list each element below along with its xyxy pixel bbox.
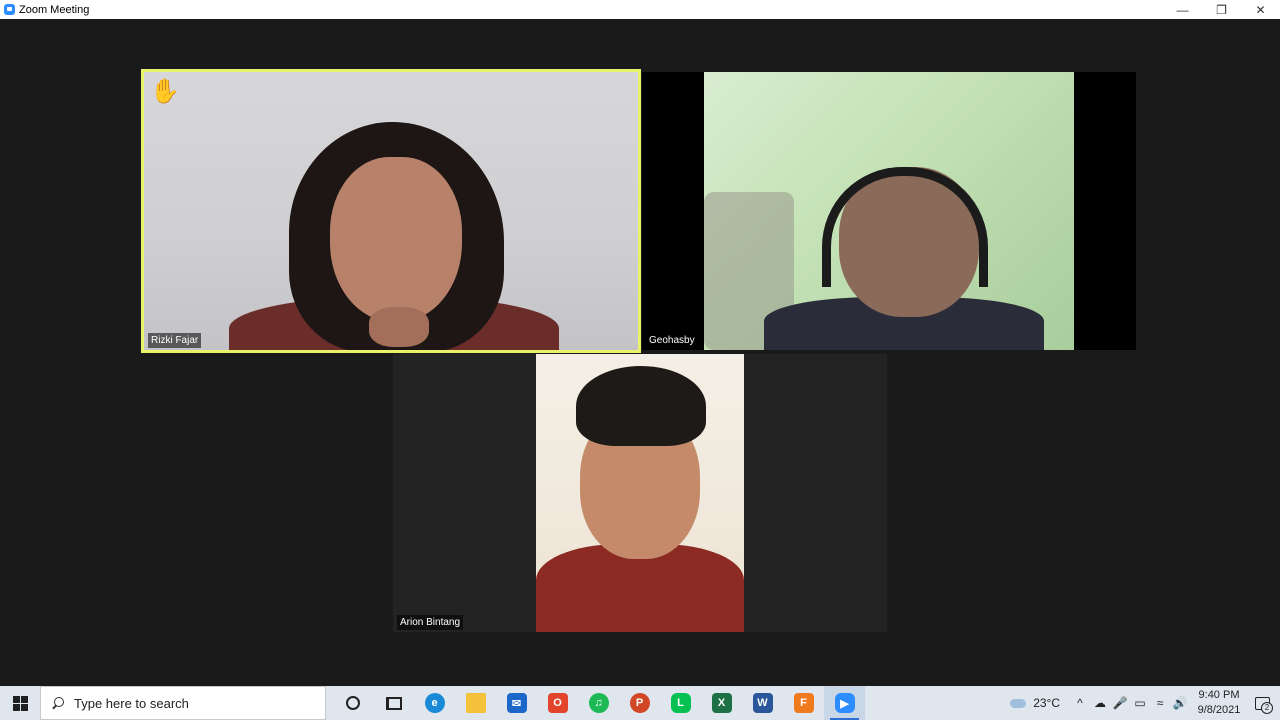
clock-time: 9:40 PM: [1198, 689, 1240, 701]
video-tile-rizki-fajar[interactable]: ✋ Rizki Fajar: [141, 69, 641, 353]
spotify-icon: ♫: [588, 693, 609, 713]
windows-logo-icon: [12, 695, 28, 711]
taskbar-app-word[interactable]: W: [742, 686, 783, 720]
participant-name: Rizki Fajar: [148, 333, 202, 348]
notification-count-badge: 2: [1261, 702, 1273, 714]
word-icon: W: [752, 693, 773, 713]
microphone-icon[interactable]: 🎤: [1110, 686, 1130, 720]
participant-video: [536, 354, 744, 632]
start-button[interactable]: [0, 686, 40, 720]
taskbar-app-file-explorer[interactable]: [455, 686, 496, 720]
clock-date: 9/8/2021: [1197, 704, 1241, 716]
taskbar-app-foxit[interactable]: F: [783, 686, 824, 720]
taskbar-app-powerpoint[interactable]: P: [619, 686, 660, 720]
zoom-icon: ▶: [834, 693, 855, 713]
taskbar-app-mail[interactable]: ✉: [496, 686, 537, 720]
task-view-icon: [385, 696, 402, 710]
taskbar-app-edge[interactable]: e: [414, 686, 455, 720]
participant-video: [704, 72, 1074, 350]
close-button[interactable]: ✕: [1241, 0, 1280, 19]
video-tile-geohasby[interactable]: Geohasby: [642, 72, 1136, 350]
powerpoint-icon: P: [629, 693, 650, 713]
window-title: Zoom Meeting: [19, 3, 90, 16]
headset: [822, 167, 988, 287]
wifi-icon[interactable]: ≈: [1150, 686, 1170, 720]
video-tile-arion-bintang[interactable]: Arion Bintang: [393, 354, 887, 632]
participant-name: Geohasby: [646, 333, 698, 348]
taskbar-app-spotify[interactable]: ♫: [578, 686, 619, 720]
notification-center-button[interactable]: 2: [1244, 686, 1280, 720]
search-placeholder: Type here to search: [74, 695, 189, 711]
restore-button[interactable]: ❐: [1202, 0, 1241, 19]
taskbar-app-line[interactable]: L: [660, 686, 701, 720]
system-tray: 23°C ^ ☁ 🎤 ▭ ≈ 🔊 9:40 PM 9/8/2021 2: [1008, 686, 1280, 720]
cortana-button[interactable]: [332, 686, 373, 720]
meeting-gallery: ✋ Rizki Fajar Geohasby Arion Bintang: [0, 19, 1280, 686]
pinned-apps: e ✉ O ♫ P L X W F ▶: [332, 686, 865, 720]
taskbar-app-office[interactable]: O: [537, 686, 578, 720]
taskbar-app-excel[interactable]: X: [701, 686, 742, 720]
participant-video: [144, 72, 638, 350]
folder-icon: [465, 693, 486, 713]
office-icon: O: [547, 693, 568, 713]
taskbar-search[interactable]: Type here to search: [40, 686, 326, 720]
windows-taskbar: Type here to search e ✉ O ♫ P L X W F ▶ …: [0, 686, 1280, 720]
zoom-app-icon: [4, 4, 15, 15]
edge-icon: e: [424, 693, 445, 713]
participant-name: Arion Bintang: [397, 615, 464, 630]
cortana-icon: [345, 696, 360, 710]
show-hidden-icons-icon[interactable]: ^: [1070, 686, 1090, 720]
battery-icon[interactable]: ▭: [1130, 686, 1150, 720]
clock[interactable]: 9:40 PM 9/8/2021: [1194, 688, 1244, 718]
search-icon: [51, 696, 64, 710]
weather-icon[interactable]: [1008, 696, 1028, 710]
weather-temperature[interactable]: 23°C: [1033, 696, 1060, 710]
window-controls: — ❐ ✕: [1163, 0, 1280, 19]
line-icon: L: [670, 693, 691, 713]
task-view-button[interactable]: [373, 686, 414, 720]
onedrive-icon[interactable]: ☁: [1090, 686, 1110, 720]
minimize-button[interactable]: —: [1163, 0, 1202, 19]
title-bar: Zoom Meeting — ❐ ✕: [0, 0, 1280, 19]
foxit-icon: F: [793, 693, 814, 713]
taskbar-app-zoom[interactable]: ▶: [824, 686, 865, 720]
volume-icon[interactable]: 🔊: [1170, 686, 1190, 720]
excel-icon: X: [711, 693, 732, 713]
mail-icon: ✉: [506, 693, 527, 713]
raised-hand-icon: ✋: [150, 78, 180, 105]
